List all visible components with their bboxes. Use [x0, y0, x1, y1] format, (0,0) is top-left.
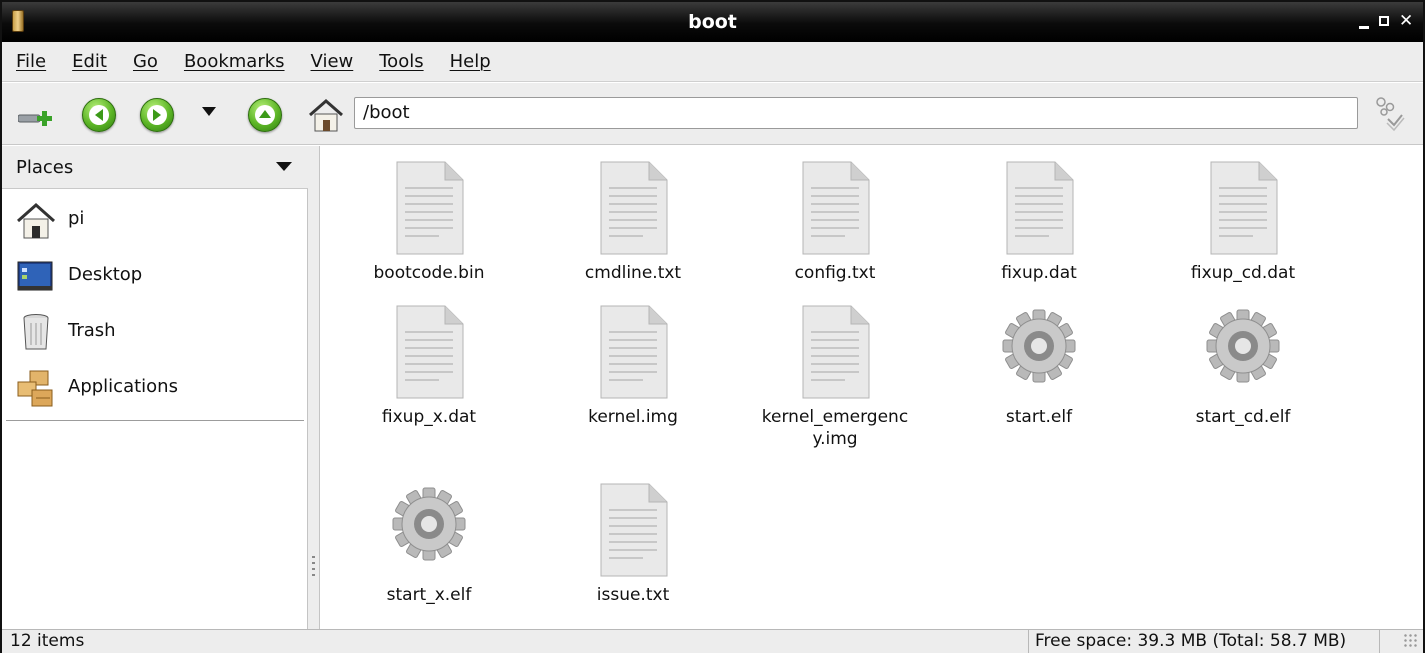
file-name: kernel.img	[588, 407, 678, 427]
applications-icon	[16, 368, 56, 408]
file-manager-window: boot ✕ File Edit Go Bookmarks View Tools…	[0, 0, 1425, 653]
file-view: bootcode.bin cmdline.txt config.txt fixup.d…	[321, 146, 1421, 629]
splitter-grip[interactable]	[312, 556, 315, 578]
executable-icon	[999, 302, 1079, 402]
file-item[interactable]: fixup_cd.dat	[1143, 158, 1343, 284]
file-name: fixup_cd.dat	[1190, 263, 1296, 283]
file-item[interactable]: config.txt	[735, 158, 935, 284]
go-icon[interactable]	[1368, 93, 1410, 135]
file-item[interactable]: kernel_emergency.img	[735, 302, 935, 450]
file-name: start_x.elf	[386, 585, 472, 605]
file-item[interactable]: bootcode.bin	[329, 158, 529, 284]
file-item[interactable]: start.elf	[939, 302, 1139, 428]
resize-grip[interactable]	[1403, 633, 1417, 649]
places-divider	[6, 420, 304, 421]
document-icon	[389, 158, 469, 258]
new-tab-icon[interactable]	[17, 105, 58, 129]
file-item[interactable]: start_x.elf	[329, 480, 529, 606]
menu-bookmarks[interactable]: Bookmarks	[184, 51, 285, 72]
file-item[interactable]: start_cd.elf	[1143, 302, 1343, 428]
maximize-button[interactable]	[1379, 16, 1389, 26]
item-count: 12 items	[10, 631, 85, 651]
sidebar-item-label: Trash	[68, 320, 116, 341]
menu-help[interactable]: Help	[450, 51, 491, 72]
menu-bar: File Edit Go Bookmarks View Tools Help	[2, 42, 1423, 82]
menu-file[interactable]: File	[16, 51, 46, 72]
home-icon[interactable]	[306, 95, 346, 135]
document-icon	[795, 158, 875, 258]
file-item[interactable]: issue.txt	[533, 480, 733, 606]
menu-edit[interactable]: Edit	[72, 51, 107, 72]
back-icon[interactable]	[82, 98, 116, 132]
sidebar-item-label: pi	[68, 208, 85, 229]
pane-splitter[interactable]	[308, 146, 320, 629]
document-icon	[795, 302, 875, 402]
file-item[interactable]: cmdline.txt	[533, 158, 733, 284]
places-pane: Places pi Desktop Trash Applications	[2, 146, 308, 629]
chevron-down-icon[interactable]	[276, 162, 292, 171]
file-item[interactable]: fixup_x.dat	[329, 302, 529, 428]
file-name: fixup_x.dat	[381, 407, 477, 427]
menu-go[interactable]: Go	[133, 51, 158, 72]
file-name: issue.txt	[596, 585, 670, 605]
sidebar-item-applications[interactable]: Applications	[2, 360, 308, 416]
menu-tools[interactable]: Tools	[379, 51, 423, 72]
executable-icon	[1203, 302, 1283, 402]
file-name: kernel_emergency.img	[761, 407, 909, 449]
file-item[interactable]: kernel.img	[533, 302, 733, 428]
sidebar-item-trash[interactable]: Trash	[2, 304, 308, 360]
history-dropdown-icon[interactable]	[202, 107, 216, 116]
title-bar[interactable]: boot ✕	[2, 2, 1423, 42]
file-name: cmdline.txt	[584, 263, 682, 283]
desktop-icon	[16, 256, 56, 296]
address-field[interactable]: /boot	[354, 97, 1358, 129]
document-icon	[593, 302, 673, 402]
file-name: start.elf	[1005, 407, 1073, 427]
trash-icon	[16, 312, 56, 352]
file-name: fixup.dat	[1001, 263, 1077, 283]
places-title: Places	[16, 157, 74, 178]
document-icon	[999, 158, 1079, 258]
toolbar: /boot	[2, 83, 1423, 145]
close-button[interactable]: ✕	[1399, 10, 1413, 32]
document-icon	[593, 158, 673, 258]
document-icon	[593, 480, 673, 580]
document-icon	[389, 302, 469, 402]
sidebar-item-desktop[interactable]: Desktop	[2, 248, 308, 304]
minimize-button[interactable]	[1359, 23, 1369, 29]
status-bar: 12 items Free space: 39.3 MB (Total: 58.…	[2, 629, 1423, 653]
sidebar-item-label: Applications	[68, 376, 178, 397]
home-icon	[16, 200, 56, 240]
window-title: boot	[688, 11, 737, 33]
up-icon[interactable]	[248, 98, 282, 132]
places-header[interactable]: Places	[2, 146, 308, 189]
executable-icon	[389, 480, 469, 580]
file-name: bootcode.bin	[373, 263, 485, 283]
sidebar-item-label: Desktop	[68, 264, 143, 285]
document-icon	[1203, 158, 1283, 258]
free-space: Free space: 39.3 MB (Total: 58.7 MB)	[1028, 630, 1380, 653]
menu-view[interactable]: View	[311, 51, 354, 72]
forward-icon[interactable]	[140, 98, 174, 132]
file-name: config.txt	[794, 263, 876, 283]
sidebar-item-pi[interactable]: pi	[2, 192, 308, 248]
file-item[interactable]: fixup.dat	[939, 158, 1139, 284]
file-name: start_cd.elf	[1195, 407, 1291, 427]
